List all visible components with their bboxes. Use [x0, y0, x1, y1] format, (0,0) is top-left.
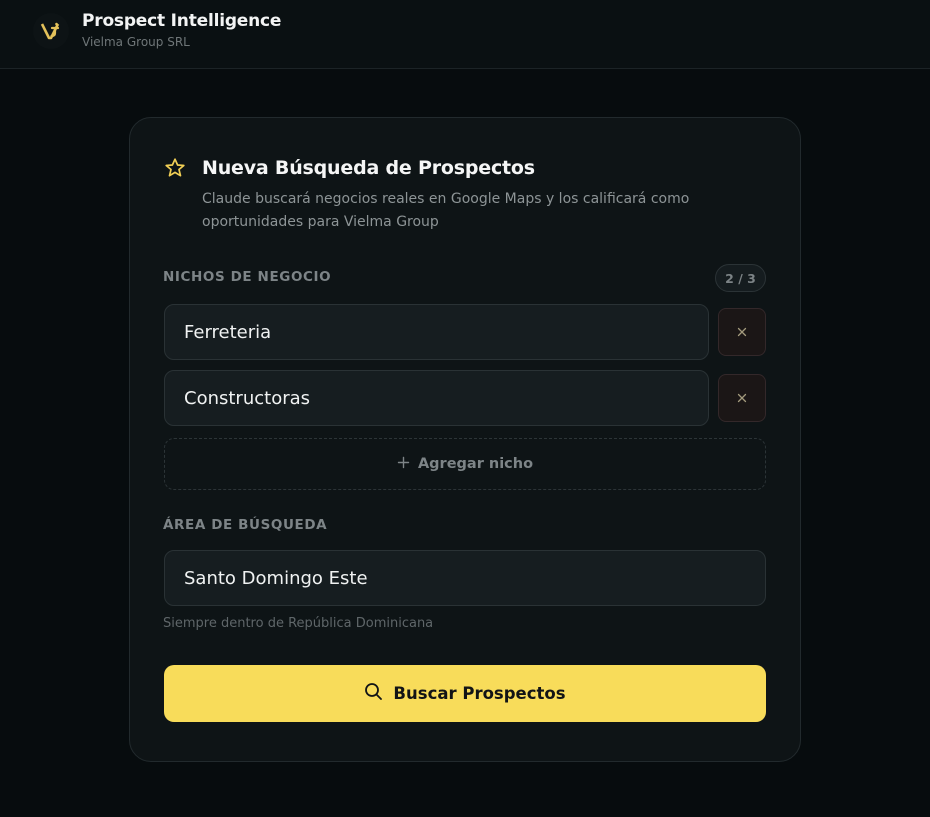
area-label: ÁREA DE BÚSQUEDA: [163, 517, 328, 533]
close-icon: [736, 323, 748, 342]
niches-label: NICHOS DE NEGOCIO: [163, 269, 332, 285]
card-title: Nueva Búsqueda de Prospectos: [202, 157, 535, 179]
app-title: Prospect Intelligence: [82, 11, 282, 31]
add-niche-button[interactable]: Agregar nicho: [164, 438, 766, 490]
niches-counter-badge: 2 / 3: [715, 264, 766, 292]
area-input[interactable]: Santo Domingo Este: [164, 550, 766, 606]
remove-niche-2-button[interactable]: [718, 374, 766, 422]
search-icon: [364, 682, 383, 705]
niche-input-2[interactable]: Constructoras: [164, 370, 709, 426]
niche-input-1[interactable]: Ferreteria: [164, 304, 709, 360]
area-hint: Siempre dentro de República Dominicana: [163, 616, 434, 631]
search-prospects-label: Buscar Prospectos: [393, 684, 566, 703]
add-niche-label: Agregar nicho: [417, 456, 534, 472]
card-description: Claude buscará negocios reales en Google…: [202, 191, 690, 230]
close-icon: [736, 389, 748, 408]
top-bar: Prospect Intelligence Vielma Group SRL: [0, 0, 930, 69]
vg-logo-icon: [33, 13, 69, 49]
app-subtitle: Vielma Group SRL: [82, 35, 190, 49]
search-prospects-button[interactable]: Buscar Prospectos: [164, 665, 766, 722]
plus-icon: [397, 456, 410, 473]
star-outline-icon: [163, 156, 187, 180]
remove-niche-1-button[interactable]: [718, 308, 766, 356]
